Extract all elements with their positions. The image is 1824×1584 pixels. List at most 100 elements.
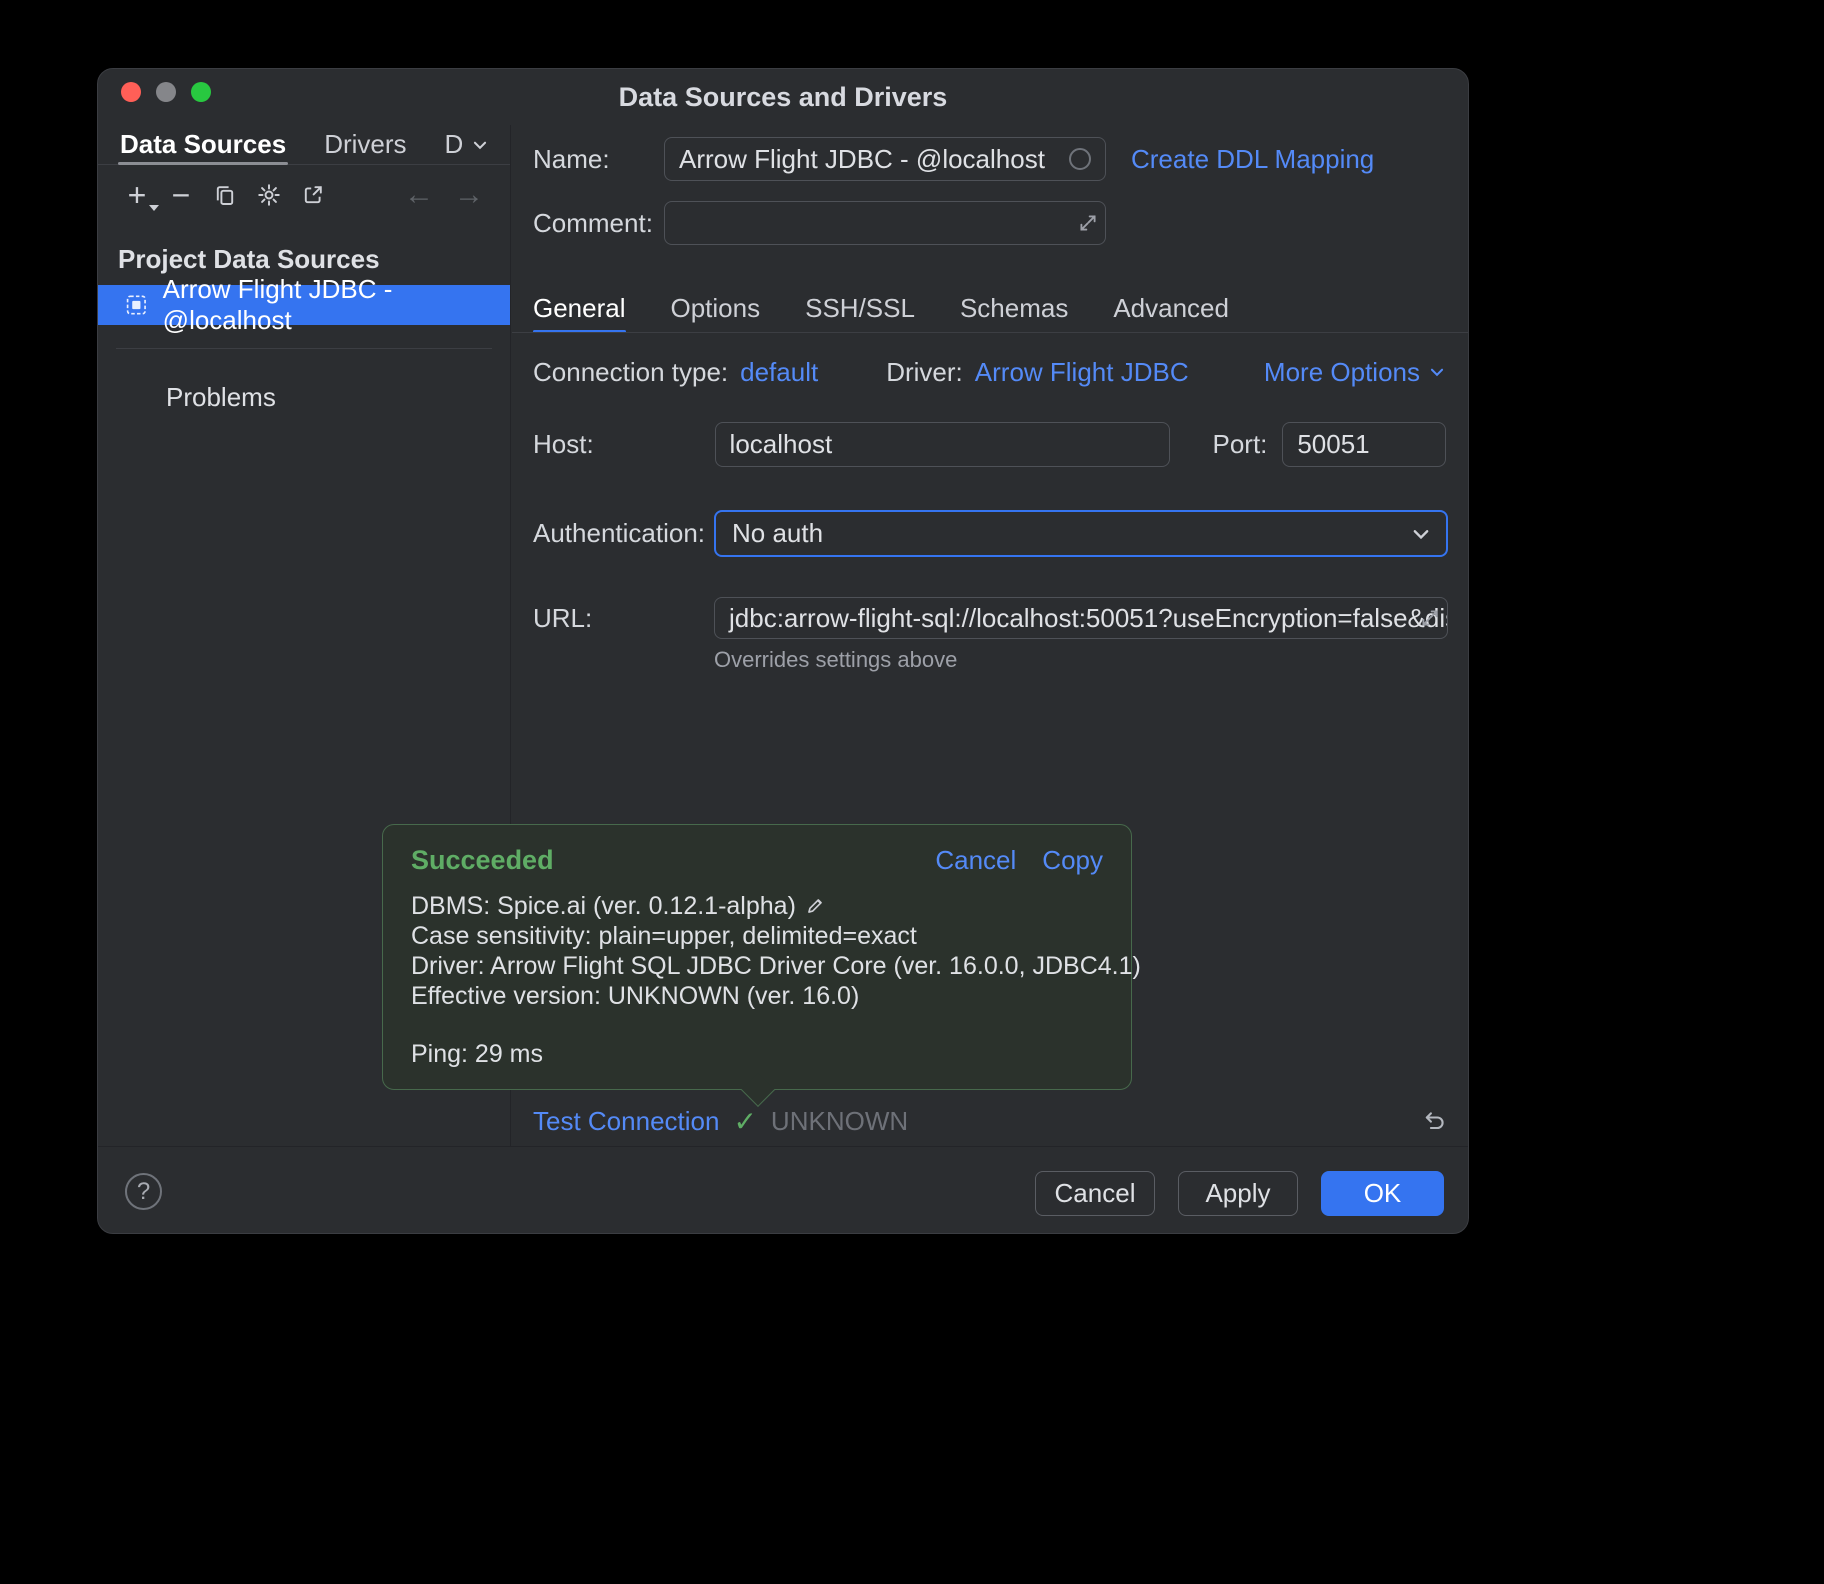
- help-button[interactable]: ?: [125, 1173, 162, 1210]
- tab-advanced-label: Advanced: [1113, 293, 1229, 324]
- add-data-source-button[interactable]: +: [122, 178, 152, 212]
- tab-ssh-ssl-label: SSH/SSL: [805, 293, 915, 324]
- data-source-icon: [124, 292, 149, 318]
- more-options-label: More Options: [1264, 357, 1420, 388]
- pencil-icon[interactable]: [804, 895, 826, 917]
- copy-icon: [213, 183, 237, 207]
- tab-ddl-mappings-truncated[interactable]: D: [445, 125, 490, 164]
- tab-data-sources[interactable]: Data Sources: [120, 125, 286, 164]
- tab-separator: [512, 332, 1468, 333]
- history-nav: ← →: [404, 178, 484, 212]
- connection-type-value[interactable]: default: [740, 357, 818, 388]
- question-icon: ?: [137, 1178, 150, 1206]
- authentication-select[interactable]: No auth: [714, 510, 1448, 557]
- sidebar-divider: [116, 348, 492, 349]
- more-options-link[interactable]: More Options: [1264, 357, 1446, 388]
- revert-button[interactable]: [1421, 1107, 1449, 1135]
- connection-type-label: Connection type:: [533, 357, 728, 388]
- sidebar-toolbar: + −: [98, 173, 510, 217]
- authentication-value: No auth: [732, 518, 823, 549]
- driver-label: Driver:: [886, 357, 963, 388]
- popup-header: Succeeded Cancel Copy: [411, 843, 1103, 877]
- cancel-button[interactable]: Cancel: [1035, 1171, 1155, 1216]
- port-input[interactable]: 50051: [1282, 422, 1446, 467]
- export-icon: [301, 183, 325, 207]
- comment-label: Comment:: [533, 208, 664, 239]
- sidebar-item-problems[interactable]: Problems: [166, 377, 276, 417]
- name-row: Name: Arrow Flight JDBC - @localhost Cre…: [533, 137, 1374, 181]
- form-tab-bar: General Options SSH/SSL Schemas Advanced: [533, 284, 1229, 333]
- tab-options[interactable]: Options: [671, 284, 761, 333]
- popup-cancel-link[interactable]: Cancel: [935, 845, 1016, 876]
- forward-button[interactable]: →: [454, 178, 484, 212]
- expand-icon[interactable]: [1077, 212, 1099, 234]
- chevron-down-icon: [149, 205, 159, 211]
- footer: ? Cancel Apply OK: [98, 1147, 1468, 1233]
- name-value: Arrow Flight JDBC - @localhost: [679, 144, 1045, 175]
- driver-group: Driver: Arrow Flight JDBC: [886, 357, 1188, 388]
- host-input[interactable]: localhost: [715, 422, 1170, 467]
- window-title: Data Sources and Drivers: [98, 69, 1468, 125]
- port-label: Port:: [1213, 429, 1283, 460]
- expand-icon[interactable]: [1419, 607, 1441, 629]
- url-row: URL: jdbc:arrow-flight-sql://localhost:5…: [533, 597, 1448, 639]
- status-badge: Succeeded: [411, 845, 554, 876]
- tab-ssh-ssl[interactable]: SSH/SSL: [805, 284, 915, 333]
- result-line-driver: Driver: Arrow Flight SQL JDBC Driver Cor…: [411, 951, 1103, 981]
- sidebar-tab-bar: Data Sources Drivers D: [98, 125, 510, 165]
- apply-button[interactable]: Apply: [1178, 1171, 1298, 1216]
- footer-buttons: Cancel Apply OK: [1035, 1171, 1444, 1216]
- open-in-new-button[interactable]: [298, 178, 328, 212]
- name-input[interactable]: Arrow Flight JDBC - @localhost: [664, 137, 1106, 181]
- test-connection-result-popup: Succeeded Cancel Copy DBMS: Spice.ai (ve…: [382, 824, 1132, 1090]
- project-data-sources-header: Project Data Sources: [118, 243, 380, 275]
- tab-drivers-label: Drivers: [324, 129, 406, 160]
- duplicate-button[interactable]: [210, 178, 240, 212]
- chevron-down-icon: [1428, 363, 1446, 381]
- popup-copy-link[interactable]: Copy: [1042, 845, 1103, 876]
- connection-type-row: Connection type: default Driver: Arrow F…: [533, 355, 1446, 389]
- port-value: 50051: [1297, 429, 1369, 460]
- tab-general-label: General: [533, 293, 626, 324]
- minus-icon: −: [172, 177, 191, 214]
- data-source-item-selected[interactable]: Arrow Flight JDBC - @localhost: [98, 285, 510, 325]
- data-sources-dialog: Data Sources and Drivers Data Sources Dr…: [97, 68, 1469, 1234]
- test-connection-link[interactable]: Test Connection: [533, 1106, 719, 1137]
- gear-icon: [256, 182, 282, 208]
- check-icon: ✓: [733, 1105, 756, 1138]
- result-line-case: Case sensitivity: plain=upper, delimited…: [411, 921, 1103, 951]
- settings-button[interactable]: [254, 178, 284, 212]
- remove-button[interactable]: −: [166, 178, 196, 212]
- titlebar: Data Sources and Drivers: [98, 69, 1468, 125]
- back-button[interactable]: ←: [404, 178, 434, 212]
- ok-button[interactable]: OK: [1321, 1171, 1444, 1216]
- data-source-item-label: Arrow Flight JDBC - @localhost: [163, 274, 510, 336]
- result-line-dbms: DBMS: Spice.ai (ver. 0.12.1-alpha): [411, 891, 1103, 921]
- url-label: URL:: [533, 603, 714, 634]
- tab-general[interactable]: General: [533, 284, 626, 333]
- undo-icon: [1421, 1107, 1449, 1135]
- tab-drivers[interactable]: Drivers: [324, 125, 406, 164]
- tab-schemas-label: Schemas: [960, 293, 1068, 324]
- circle-indicator-icon: [1069, 148, 1091, 170]
- comment-row: Comment:: [533, 201, 1106, 245]
- url-value: jdbc:arrow-flight-sql://localhost:50051?…: [729, 603, 1448, 634]
- authentication-label: Authentication:: [533, 518, 714, 549]
- tab-ddl-label: D: [445, 129, 464, 160]
- name-label: Name:: [533, 144, 664, 175]
- driver-value[interactable]: Arrow Flight JDBC: [975, 357, 1189, 388]
- create-ddl-mapping-link[interactable]: Create DDL Mapping: [1131, 144, 1374, 175]
- tab-advanced[interactable]: Advanced: [1113, 284, 1229, 333]
- arrow-right-icon: →: [454, 178, 484, 212]
- url-input[interactable]: jdbc:arrow-flight-sql://localhost:50051?…: [714, 597, 1448, 639]
- authentication-row: Authentication: No auth: [533, 510, 1448, 557]
- comment-input[interactable]: [664, 201, 1106, 245]
- host-port-row: Host: localhost Port: 50051: [533, 422, 1446, 467]
- popup-body: DBMS: Spice.ai (ver. 0.12.1-alpha) Case …: [411, 891, 1103, 1069]
- tab-data-sources-label: Data Sources: [120, 129, 286, 160]
- connection-status-text: UNKNOWN: [771, 1106, 908, 1137]
- popup-actions: Cancel Copy: [935, 845, 1103, 876]
- tab-schemas[interactable]: Schemas: [960, 284, 1068, 333]
- chevron-down-icon: [471, 136, 489, 154]
- test-connection-row: Test Connection ✓ UNKNOWN: [533, 1101, 1449, 1141]
